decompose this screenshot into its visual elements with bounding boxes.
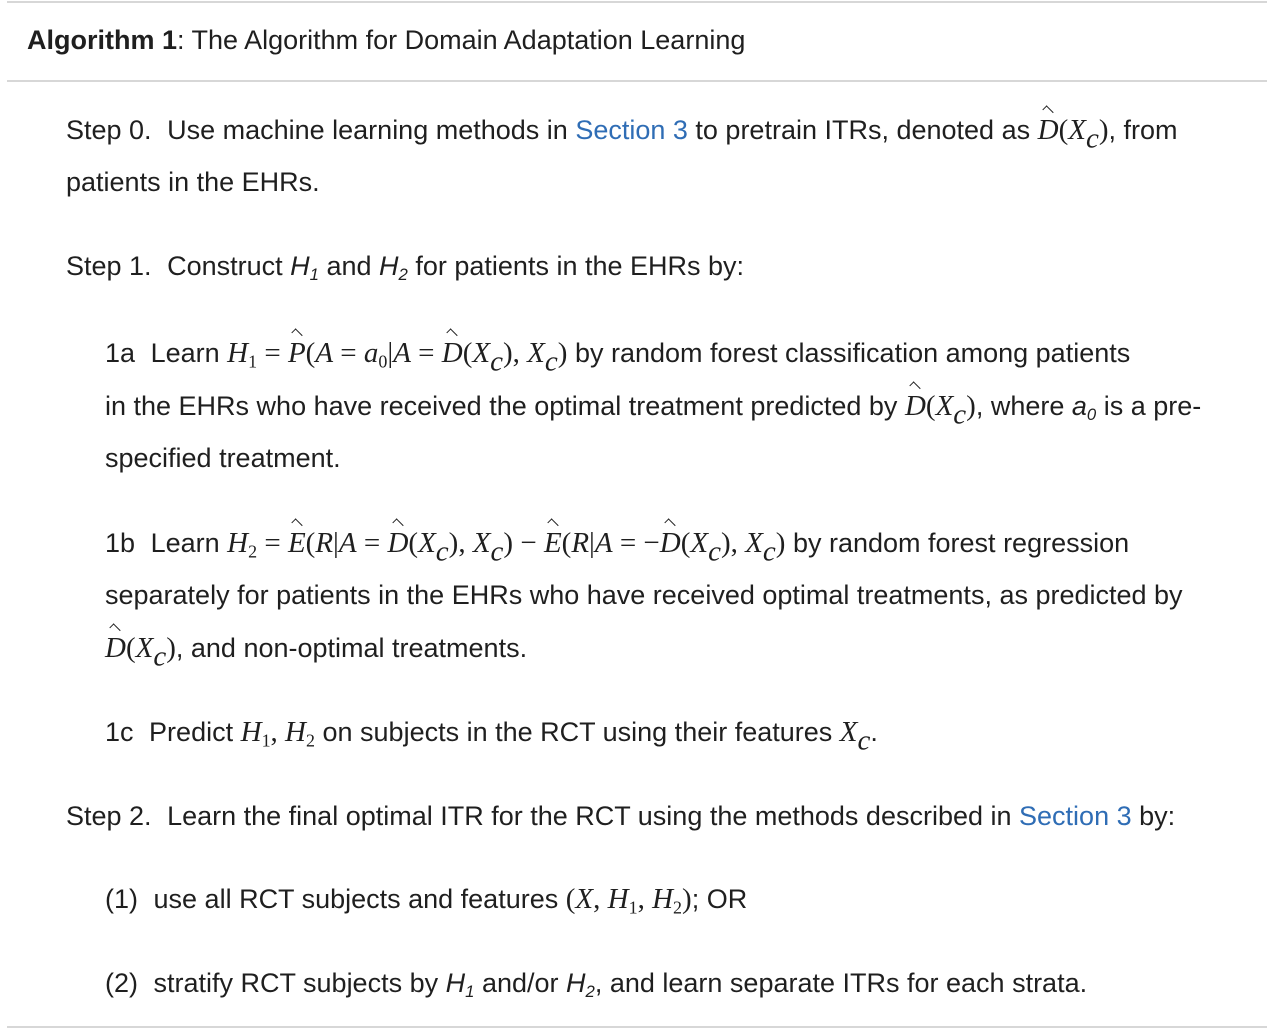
math-xc: Xc <box>839 716 871 757</box>
sub1c-text-a: on subjects in the RCT using their featu… <box>322 717 833 747</box>
step0-line2: patients in the EHRs. <box>66 165 320 199</box>
math-h1-equation: H1 = P(A = a0|A = D(Xc), Xc) <box>227 337 568 378</box>
opt2-text-a: stratify RCT subjects by <box>153 968 439 998</box>
sub1b-text-c: , and non-optimal treatments. <box>175 633 528 663</box>
math-d-hat-xc: D(Xc) <box>1037 114 1109 155</box>
opt2-line: (2) stratify RCT subjects by H1 and/or H… <box>105 966 1087 1000</box>
sub1b-text-b: separately for patients in the EHRs who … <box>105 580 1183 610</box>
math-d-hat-xc: D(Xc) <box>105 632 176 673</box>
sub1c-text-b: . <box>870 717 878 747</box>
sub1a-text-d: is a pre- <box>1103 391 1202 421</box>
step0-line1: Step 0. Use machine learning methods in … <box>66 113 1178 155</box>
step0-text-c: , from <box>1108 115 1178 145</box>
math-h1-h2: H1, H2 <box>240 716 315 751</box>
top-rule <box>7 1 1267 3</box>
step0-label: Step 0. <box>66 115 152 145</box>
step1-text-b: and <box>326 251 372 281</box>
sub1b-text-a: by random forest regression <box>792 528 1130 558</box>
opt1-line: (1) use all RCT subjects and features (X… <box>105 882 747 916</box>
opt1-text-a: use all RCT subjects and features <box>153 884 559 914</box>
math-h2: H2 <box>566 968 595 1002</box>
step1-line: Step 1. Construct H1 and H2 for patients… <box>66 249 744 283</box>
sub1a-text-b: in the EHRs who have received the optima… <box>105 391 898 421</box>
sub1a-text-e: specified treatment. <box>105 443 341 473</box>
header-rule <box>7 80 1267 82</box>
step2-line: Step 2. Learn the final optimal ITR for … <box>66 799 1175 833</box>
sub1a-text-c: , where <box>975 391 1065 421</box>
step2-label: Step 2. <box>66 801 152 831</box>
section-3-link[interactable]: Section 3 <box>1019 801 1132 831</box>
sub1a-line3: specified treatment. <box>105 441 341 475</box>
opt1-text-b: ; OR <box>691 884 748 914</box>
algorithm-title: Algorithm 1: The Algorithm for Domain Ad… <box>27 25 745 56</box>
step1-text-a: Construct <box>167 251 283 281</box>
math-h2-equation: H2 = E(R|A = D(Xc), Xc) − E(R|A = −D(Xc)… <box>227 527 786 568</box>
math-h2: H2 <box>379 251 408 285</box>
sub1a-line2: in the EHRs who have received the optima… <box>105 389 1202 431</box>
sub1a-text-a: by random forest classification among pa… <box>574 338 1131 368</box>
sub1c-predict: Predict <box>149 717 234 747</box>
sub1b-learn: Learn <box>150 528 220 558</box>
sub1b-line1: 1b Learn H2 = E(R|A = D(Xc), Xc) − E(R|A… <box>105 526 1130 568</box>
step2-text-a: Learn the final optimal ITR for the RCT … <box>167 801 1012 831</box>
sub1b-line2: separately for patients in the EHRs who … <box>105 578 1183 612</box>
opt1-label: (1) <box>105 884 138 914</box>
algorithm-label: Algorithm 1 <box>27 25 178 55</box>
sub1c-label: 1c <box>105 717 134 747</box>
sub1a-learn: Learn <box>150 338 220 368</box>
opt2-label: (2) <box>105 968 138 998</box>
math-h1: H1 <box>445 968 475 1002</box>
step1-label: Step 1. <box>66 251 152 281</box>
step2-text-b: by: <box>1139 801 1176 831</box>
sub1a-label: 1a <box>105 338 136 368</box>
step0-text-b: to pretrain ITRs, denoted as <box>695 115 1031 145</box>
math-d-hat-xc: D(Xc) <box>904 390 976 431</box>
math-h1: H1 <box>290 251 319 285</box>
sub1b-label: 1b <box>105 528 136 558</box>
section-3-link[interactable]: Section 3 <box>575 115 688 145</box>
math-x-h1-h2: (X, H1, H2) <box>565 883 692 918</box>
step0-text-a: Use machine learning methods in <box>167 115 568 145</box>
opt2-text-b: and/or <box>481 968 559 998</box>
math-a0: a0 <box>1071 391 1097 425</box>
step0-text-d: patients in the EHRs. <box>66 167 320 197</box>
step1-text-c: for patients in the EHRs by: <box>415 251 745 281</box>
bottom-rule <box>7 1026 1267 1028</box>
algorithm-title-text: : The Algorithm for Domain Adaptation Le… <box>177 25 746 55</box>
sub1c-line: 1c Predict H1, H2 on subjects in the RCT… <box>105 715 878 757</box>
sub1a-line1: 1a Learn H1 = P(A = a0|A = D(Xc), Xc) by… <box>105 336 1131 378</box>
opt2-text-c: , and learn separate ITRs for each strat… <box>594 968 1088 998</box>
sub1b-line3: D(Xc), and non-optimal treatments. <box>105 631 528 673</box>
